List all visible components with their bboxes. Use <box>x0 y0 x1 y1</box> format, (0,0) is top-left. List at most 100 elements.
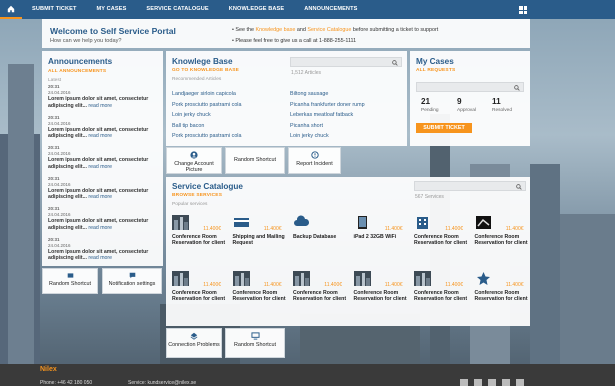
user-icon <box>190 151 198 159</box>
photo-thumb <box>414 271 431 286</box>
latest-label: Latest <box>48 78 62 83</box>
linkedin-icon[interactable] <box>488 379 496 386</box>
read-more-link[interactable]: read more <box>88 194 112 200</box>
announcement-item[interactable]: 20:31 24.04.2016 Lorem ipsum dolor sit ame… <box>48 237 160 262</box>
kb-article-link[interactable]: Leberkas meatloaf fatback <box>290 112 353 118</box>
report-incident-label: Report Incident <box>296 161 333 167</box>
kb-article-link[interactable]: Biltong sausage <box>290 91 328 97</box>
footer-phone: Phone: +46 42 180 050 <box>40 380 93 386</box>
random-shortcut-tile-3[interactable]: Random Shortcut <box>225 328 285 358</box>
service-price: 11.400€ <box>384 226 403 232</box>
service-card[interactable]: 11.400€ Conference Room Reservation for c… <box>350 269 407 319</box>
kb-article-link[interactable]: Landjaeger sirloin capicola <box>172 91 236 97</box>
submit-ticket-button[interactable]: SUBMIT TICKET <box>416 123 472 133</box>
knowledge-base-link[interactable]: Knowledge base <box>255 27 295 33</box>
approval-count: 9 <box>457 97 462 106</box>
all-requests-link[interactable]: ALL REQUESTS <box>416 68 455 73</box>
notification-settings-tile[interactable]: Notification settings <box>102 268 162 294</box>
youtube-icon[interactable] <box>502 379 510 386</box>
nav-announcements[interactable]: ANNOUNCEMENTS <box>294 0 367 19</box>
nav-knowledge-base[interactable]: KNOWLEDGE BASE <box>219 0 294 19</box>
notification-settings-label: Notification settings <box>108 281 156 287</box>
kb-article-link[interactable]: Loin jerky chuck <box>172 112 211 118</box>
service-name: Conference Room Reservation for client <box>172 234 226 246</box>
resolved-count: 11 <box>492 97 501 106</box>
connection-problems-label: Connection Problems <box>168 342 220 348</box>
nav-service-catalogue[interactable]: SERVICE CATALOGUE <box>136 0 218 19</box>
service-name: Conference Room Reservation for client <box>232 290 286 302</box>
random-shortcut-label: Random Shortcut <box>234 157 276 163</box>
home-button[interactable] <box>0 0 22 19</box>
service-price: 11.400€ <box>203 226 221 232</box>
kb-article-link[interactable]: Pork prosciutto pastrami cola <box>172 102 242 108</box>
service-card[interactable]: Backup Database <box>289 213 346 263</box>
kb-article-link[interactable]: Pork prosciutto pastrami cola <box>172 133 242 139</box>
service-card[interactable]: 11.400€ Conference Room Reservation for c… <box>471 269 528 319</box>
facebook-icon[interactable] <box>460 379 468 386</box>
announcement-item[interactable]: 20:31 24.04.2016 Lorem ipsum dolor sit ame… <box>48 206 160 231</box>
random-shortcut-tile-1[interactable]: Random Shortcut <box>225 147 285 174</box>
browse-services-link[interactable]: BROWSE SERVICES <box>172 193 222 198</box>
approval-label: Approval <box>457 108 476 113</box>
kb-search-input[interactable]: 1,512 Articles <box>290 57 402 76</box>
service-card[interactable]: 11.400€ Conference Room Reservation for c… <box>410 269 467 319</box>
kb-article-link[interactable]: Ball tip bacon <box>172 123 204 129</box>
catalogue-search-input[interactable]: 567 Services <box>414 181 526 200</box>
apps-grid-icon[interactable] <box>519 6 527 14</box>
resolved-label: Resolved <box>492 108 512 113</box>
my-cases-panel: My Cases ALL REQUESTS 21 Pending 9 Appro… <box>410 51 530 146</box>
service-price: 11.400€ <box>324 282 342 288</box>
connection-problems-tile[interactable]: Connection Problems <box>166 328 222 358</box>
service-card[interactable]: 11.400€ Conference Room Reservation for c… <box>168 269 225 319</box>
footer-service-email[interactable]: Service: kundservice@nilex.se <box>128 380 196 386</box>
twitter-icon[interactable] <box>516 379 524 386</box>
nav-my-cases[interactable]: MY CASES <box>87 0 137 19</box>
announcement-time: 20:31 <box>48 175 60 181</box>
service-price: 11.400€ <box>384 282 403 288</box>
photo-thumb <box>353 271 371 286</box>
go-to-kb-link[interactable]: GO TO KNOWLEDGE BASE <box>172 68 239 73</box>
random-shortcut-label-3: Random Shortcut <box>234 342 276 348</box>
service-card[interactable]: 11.400€ Conference Room Reservation for c… <box>229 269 286 319</box>
read-more-link[interactable]: read more <box>88 164 112 170</box>
service-card[interactable]: 11.400€ Conference Room Reservation for c… <box>289 269 346 319</box>
service-card[interactable]: 11.400€ Conference Room Reservation for c… <box>410 213 467 263</box>
report-incident-tile[interactable]: Report Incident <box>288 147 341 174</box>
service-name: Shipping and Mailing Request <box>232 234 285 246</box>
announcement-item[interactable]: 20:31 24.04.2016 Lorem ipsum dolor sit ame… <box>48 176 160 201</box>
random-shortcut-label-2: Random Shortcut <box>49 281 91 287</box>
service-price: 11.400€ <box>445 226 463 232</box>
kb-article-link[interactable]: Picanha short <box>290 123 323 129</box>
announcement-item[interactable]: 20:31 24.04.2016 Lorem ipsum dolor sit ame… <box>48 84 160 109</box>
announcement-item[interactable]: 20:31 24.04.2016 Lorem ipsum dolor sit ame… <box>48 145 160 170</box>
home-icon <box>7 5 15 12</box>
service-catalogue-link[interactable]: Service Catalogue <box>307 27 351 33</box>
nav-submit-ticket[interactable]: SUBMIT TICKET <box>22 0 87 19</box>
service-name: Conference Room Reservation for client <box>474 290 528 302</box>
service-price: 11.400€ <box>263 226 282 232</box>
service-name: Conference Room Reservation for client <box>414 234 468 246</box>
service-card[interactable]: 11.400€ Conference Room Reservation for c… <box>168 213 225 263</box>
photo-thumb <box>293 271 310 286</box>
service-name: Conference Room Reservation for client <box>353 290 407 302</box>
box-icon <box>475 215 492 230</box>
read-more-link[interactable]: read more <box>88 255 112 261</box>
service-card[interactable]: 11.400€ Conference Room Reservation for c… <box>471 213 528 263</box>
service-card[interactable]: 11.400€ iPad 2 32GB WiFi <box>350 213 407 263</box>
announcement-item[interactable]: 20:31 24.04.2016 Lorem ipsum dolor sit ame… <box>48 115 160 140</box>
service-card[interactable]: 11.400€ Shipping and Mailing Request <box>229 213 286 263</box>
read-more-link[interactable]: read more <box>88 133 112 139</box>
star-icon <box>475 271 492 286</box>
change-account-picture-tile[interactable]: Change Account Picture <box>166 147 222 174</box>
random-shortcut-tile-2[interactable]: Random Shortcut <box>42 268 98 294</box>
service-catalogue-title: Service Catalogue <box>172 182 243 191</box>
kb-article-link[interactable]: Loin jerky chuck <box>290 133 329 139</box>
google-plus-icon[interactable] <box>474 379 482 386</box>
service-catalogue-panel: Service Catalogue BROWSE SERVICES Popula… <box>166 177 530 326</box>
cases-search-input[interactable] <box>416 82 524 92</box>
all-announcements-link[interactable]: ALL ANNOUNCEMENTS <box>48 69 106 74</box>
read-more-link[interactable]: read more <box>88 103 112 109</box>
kb-article-link[interactable]: Picanha frankfurter doner rump <box>290 102 365 108</box>
read-more-link[interactable]: read more <box>88 225 112 231</box>
service-price: 11.400€ <box>505 226 524 232</box>
